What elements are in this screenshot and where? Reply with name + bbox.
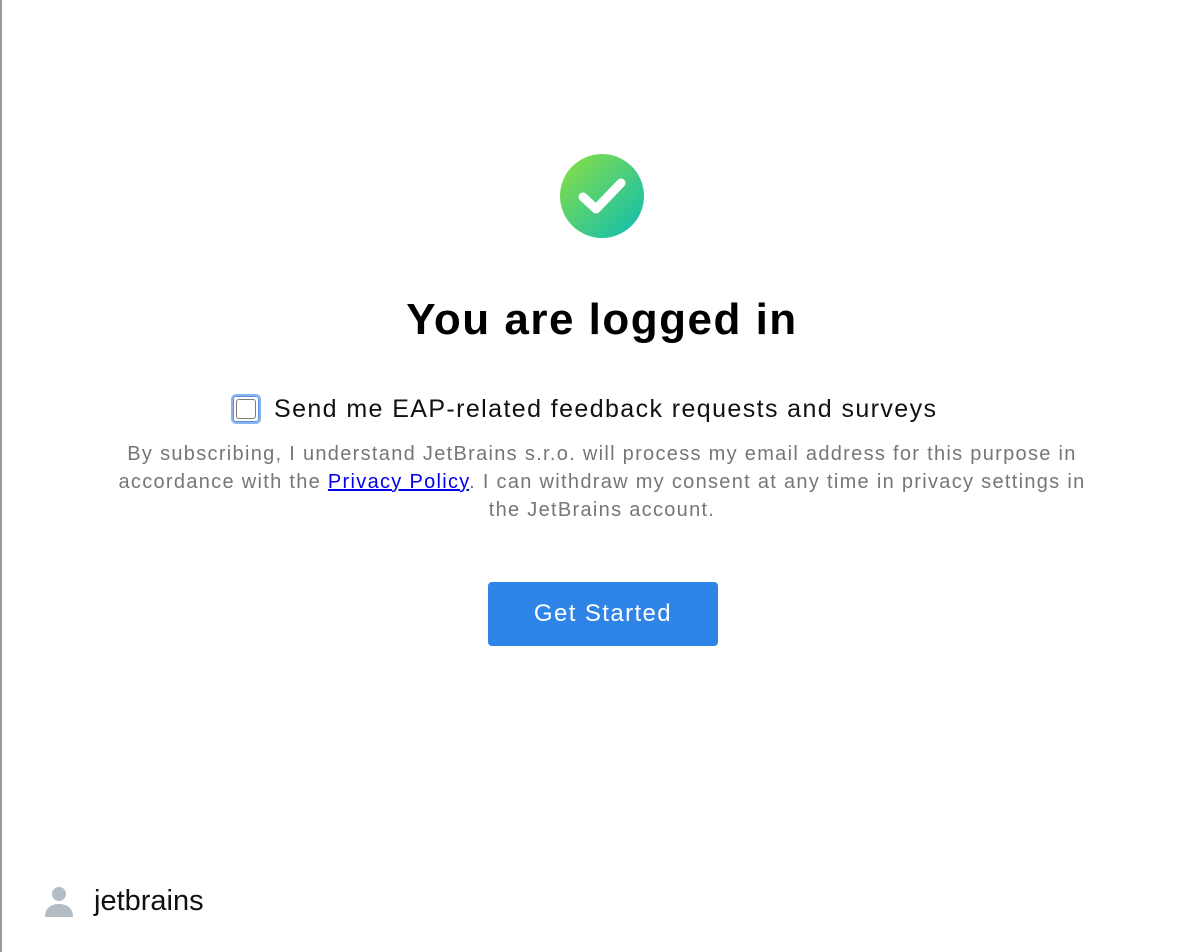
privacy-notice-text-end: . I can withdraw my consent at any time … (469, 471, 1086, 521)
consent-row: Send me EAP-related feedback requests an… (231, 390, 937, 428)
page-title: You are logged in (406, 295, 798, 344)
username: jetbrains (94, 884, 204, 917)
eap-feedback-label[interactable]: Send me EAP-related feedback requests an… (274, 395, 937, 424)
privacy-notice: By subscribing, I understand JetBrains s… (102, 440, 1102, 524)
user-icon (45, 887, 73, 917)
login-success-window: You are logged in Send me EAP-related fe… (0, 0, 1202, 952)
user-account: jetbrains (42, 880, 204, 922)
privacy-policy-link[interactable]: Privacy Policy (328, 471, 469, 493)
eap-feedback-checkbox[interactable] (231, 394, 261, 424)
get-started-button[interactable]: Get Started (488, 582, 718, 646)
check-circle-icon (560, 154, 644, 238)
